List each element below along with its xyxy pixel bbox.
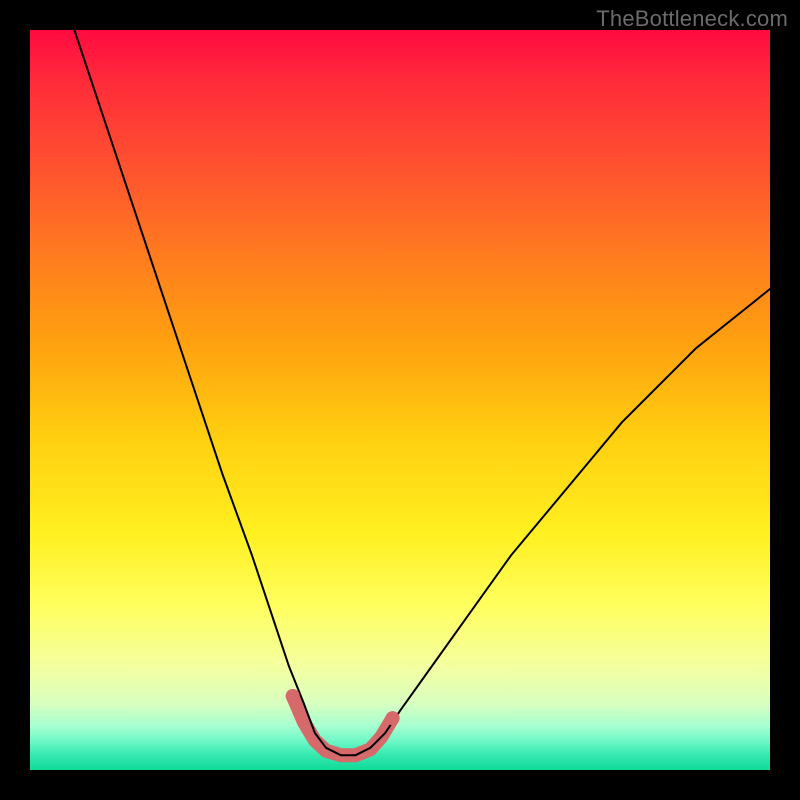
chart-frame: TheBottleneck.com [0,0,800,800]
watermark-text: TheBottleneck.com [596,6,788,32]
highlight-band [293,696,393,755]
highlight-endpoint [386,711,400,725]
bottleneck-curve [74,30,770,755]
highlight-endpoint [286,689,300,703]
chart-svg [30,30,770,770]
